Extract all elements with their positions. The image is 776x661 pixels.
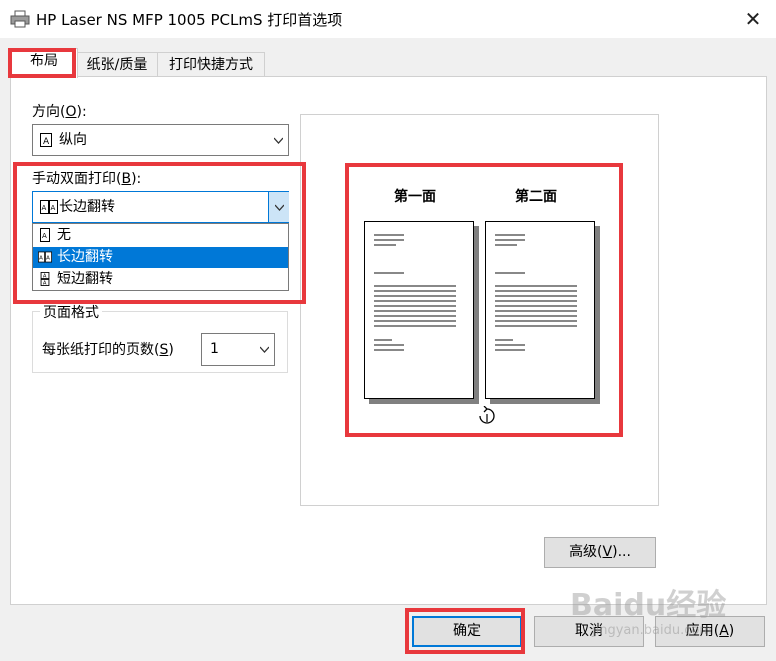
duplex-value: 长边翻转 <box>59 199 115 215</box>
svg-text:A: A <box>43 274 47 280</box>
title-bar: HP Laser NS MFP 1005 PCLmS 打印首选项 ✕ <box>0 0 776 38</box>
single-page-icon: A <box>40 228 50 242</box>
short-edge-flip-icon: A A <box>40 272 50 286</box>
printer-icon <box>10 10 30 28</box>
chevron-down-icon <box>275 204 284 211</box>
tab-paper-quality-label: 纸张/质量 <box>86 57 148 73</box>
portrait-page-icon: A <box>40 133 52 147</box>
duplex-option-short-edge[interactable]: A A 短边翻转 <box>33 269 288 290</box>
tab-paper-quality[interactable]: 纸张/质量 <box>76 52 158 77</box>
baidu-watermark: Baidu经验 <box>570 588 727 623</box>
page-format-title: 页面格式 <box>40 302 102 322</box>
back-page-preview <box>485 221 595 399</box>
chevron-down-icon <box>274 137 283 144</box>
long-edge-flip-icon: A A <box>40 200 58 214</box>
close-icon[interactable]: ✕ <box>740 6 766 32</box>
front-side-label: 第一面 <box>394 189 436 205</box>
pages-per-sheet-value: 1 <box>210 341 219 357</box>
ok-button[interactable]: 确定 <box>412 616 522 647</box>
duplex-option-none[interactable]: A 无 <box>33 225 288 246</box>
orientation-label: 方向(O): <box>32 104 87 120</box>
svg-text:A: A <box>46 255 50 261</box>
chevron-down-icon <box>260 346 269 353</box>
svg-text:A: A <box>39 255 43 261</box>
pages-per-sheet-select[interactable]: 1 <box>201 333 275 366</box>
tab-print-shortcuts-label: 打印快捷方式 <box>169 57 253 73</box>
duplex-option-long-edge-label: 长边翻转 <box>57 249 113 265</box>
tab-layout-label: 布局 <box>30 53 58 69</box>
advanced-button[interactable]: 高级(V)... <box>544 537 656 568</box>
duplex-dropdown-list: A 无 A A 长边翻转 A A 短边翻转 <box>32 223 289 291</box>
svg-text:A: A <box>51 204 56 212</box>
tab-print-shortcuts[interactable]: 打印快捷方式 <box>157 52 265 77</box>
duplex-option-short-edge-label: 短边翻转 <box>57 271 113 287</box>
svg-text:A: A <box>43 137 50 147</box>
svg-text:A: A <box>43 281 47 286</box>
window-title: HP Laser NS MFP 1005 PCLmS 打印首选项 <box>36 11 343 29</box>
pages-per-sheet-label: 每张纸打印的页数(S) <box>42 342 174 358</box>
duplex-option-none-label: 无 <box>57 227 71 243</box>
baidu-watermark-url: jingyan.baidu.com <box>592 623 712 638</box>
duplex-preview-panel <box>300 114 659 506</box>
duplex-label: 手动双面打印(B): <box>32 171 142 187</box>
orientation-value: 纵向 <box>59 132 87 148</box>
svg-text:A: A <box>42 232 47 240</box>
dropdown-button[interactable] <box>268 192 289 222</box>
svg-text:A: A <box>42 204 47 212</box>
orientation-select[interactable]: A 纵向 <box>32 124 289 156</box>
back-side-label: 第二面 <box>515 189 557 205</box>
duplex-select[interactable]: A A 长边翻转 <box>32 191 289 223</box>
tab-layout[interactable]: 布局 <box>10 48 78 78</box>
front-page-preview <box>364 221 474 399</box>
duplex-option-long-edge[interactable]: A A 长边翻转 <box>33 247 288 268</box>
long-edge-flip-icon: A A <box>38 251 52 263</box>
rotate-flip-icon <box>479 406 495 424</box>
